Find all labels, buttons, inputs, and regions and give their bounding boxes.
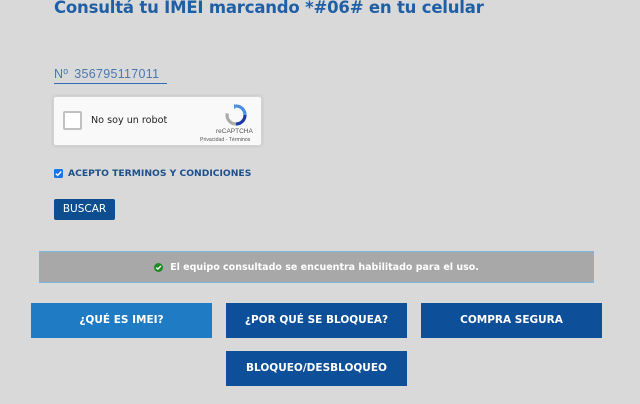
recaptcha-brand: reCAPTCHA — [216, 128, 253, 135]
status-message-bar: El equipo consultado se encuentra habili… — [39, 251, 594, 283]
imei-prefix-label: Nº — [54, 67, 69, 81]
terms-checkbox[interactable] — [54, 169, 63, 178]
imei-input[interactable]: Nº 356795117011 — [54, 64, 167, 84]
check-icon — [55, 171, 62, 177]
terms-label: ACEPTO TERMINOS Y CONDICIONES — [68, 168, 252, 179]
compra-segura-button[interactable]: COMPRA SEGURA — [421, 303, 602, 338]
por-que-se-bloquea-button[interactable]: ¿POR QUÉ SE BLOQUEA? — [226, 303, 407, 338]
recaptcha-label: No soy un robot — [91, 115, 168, 126]
search-button[interactable]: BUSCAR — [54, 199, 115, 220]
check-circle-icon — [154, 262, 164, 272]
page-title: Consultá tu IMEI marcando *#06# en tu ce… — [54, 0, 484, 17]
recaptcha-checkbox[interactable] — [63, 111, 82, 130]
que-es-imei-button[interactable]: ¿QUÉ ES IMEI? — [31, 303, 212, 338]
bloqueo-desbloqueo-button[interactable]: BLOQUEO/DESBLOQUEO — [226, 351, 407, 386]
recaptcha-logo-icon — [225, 104, 247, 126]
recaptcha-links[interactable]: Privacidad - Términos — [200, 137, 250, 143]
status-message-text: El equipo consultado se encuentra habili… — [170, 261, 479, 273]
terms-checkbox-row[interactable]: ACEPTO TERMINOS Y CONDICIONES — [54, 168, 251, 179]
imei-input-value: 356795117011 — [74, 67, 160, 81]
recaptcha-widget: No soy un robot reCAPTCHA Privacidad - T… — [53, 96, 262, 146]
